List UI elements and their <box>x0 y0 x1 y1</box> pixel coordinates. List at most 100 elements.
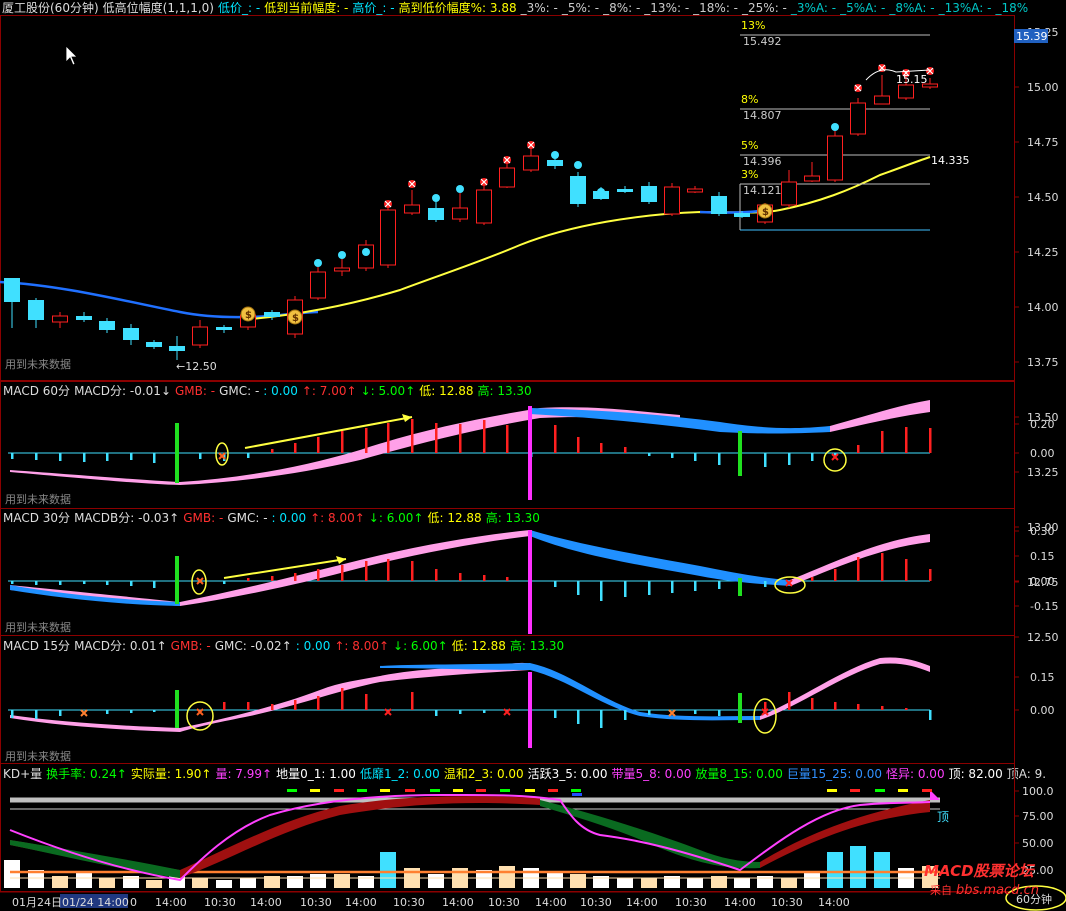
signal-dot-icon <box>362 248 370 256</box>
kd-band-red <box>760 800 930 868</box>
macd-bar <box>506 425 509 453</box>
candle-body-down <box>4 278 20 302</box>
macd-tick-label: -0.15 <box>1030 600 1058 613</box>
macd-bar <box>59 581 62 585</box>
volume-flag <box>405 789 415 792</box>
macd-bar <box>247 578 250 581</box>
candle-body-down <box>146 342 162 347</box>
candle-body-up <box>523 155 539 171</box>
macd-tick-label: 0.00 <box>1030 704 1055 717</box>
macd-bar <box>600 443 603 453</box>
macd-signal-bar <box>528 672 532 748</box>
candle-body-up <box>827 135 843 181</box>
macd60-plot: 0.20 0.00 用到未来数据 <box>5 400 1055 506</box>
price-tick-label: 13.25 <box>1027 466 1059 479</box>
low-price-label: ←12.50 <box>176 360 217 373</box>
macd-bar <box>83 581 86 584</box>
macd-bar <box>624 581 627 597</box>
volume-flag <box>525 789 535 792</box>
macd-bar <box>624 447 627 453</box>
price-tick-label: 14.00 <box>1027 301 1059 314</box>
macd-bar <box>106 581 109 585</box>
trend-arrow-head <box>402 414 412 422</box>
macd-bar <box>365 428 368 453</box>
macd-bar <box>83 453 86 462</box>
volume-bar <box>850 846 866 888</box>
macd-bar <box>387 559 390 581</box>
ma-value-label: 14.335 <box>931 154 970 167</box>
volume-flag <box>310 789 320 792</box>
time-label: 14:00 <box>626 896 658 909</box>
price-annotations: 15.39 用到未来数据 ←12.50 14.335 15.15 <box>5 29 1048 373</box>
macd-bar <box>153 453 156 463</box>
macd-bar <box>11 453 14 459</box>
macd-bar <box>671 581 674 593</box>
time-label: 01/24 14:00 <box>62 896 129 909</box>
macd-bar <box>554 710 557 718</box>
macd-signal-bar <box>738 693 742 723</box>
signal-dot-icon <box>338 251 346 259</box>
macd-bar <box>411 419 414 453</box>
kd-volume-plot: 100.075.0050.0025.00顶 <box>4 785 1054 888</box>
macd-bar <box>811 453 814 461</box>
cross-marker-icon <box>80 709 88 717</box>
macd-bar <box>483 710 486 713</box>
macd-bar <box>577 710 580 724</box>
candle-body-up <box>687 188 703 193</box>
macd-bar <box>387 423 390 453</box>
candle-body-up <box>310 271 326 299</box>
macd-bar <box>459 710 462 714</box>
macd-bar <box>857 557 860 581</box>
macd-bar <box>411 692 414 710</box>
time-label: 10:30 <box>675 896 707 909</box>
macd-bar <box>694 453 697 461</box>
price-tick-label: 14.75 <box>1027 136 1059 149</box>
future-data-note: 用到未来数据 <box>5 620 71 634</box>
volume-bar <box>99 878 115 888</box>
macd-bar <box>341 431 344 453</box>
time-label: 10:30 <box>300 896 332 909</box>
macd-bar <box>199 453 202 459</box>
macd-bar <box>317 696 320 710</box>
macd-band <box>10 662 530 732</box>
macd-bar <box>577 437 580 453</box>
volume-bar <box>804 872 820 888</box>
macd-bar <box>59 453 62 461</box>
watermark-url: bbs.macd.cn <box>956 883 1039 898</box>
volume-flag <box>380 789 390 792</box>
macd-bar <box>341 688 344 710</box>
macd-band <box>10 530 530 606</box>
macd-bar <box>600 710 603 728</box>
macd-bar <box>365 561 368 581</box>
candle-body-down <box>711 196 727 214</box>
trend-arrow-head <box>336 556 346 564</box>
volume-bar <box>76 873 92 888</box>
volume-flag <box>548 789 558 792</box>
volume-bar <box>310 874 326 888</box>
macd15-panel-frame <box>0 635 1015 764</box>
volume-flag <box>500 789 510 792</box>
candle-body-up <box>380 209 396 266</box>
volume-bar <box>216 880 232 888</box>
macd-tick-label: 0.30 <box>1030 525 1055 538</box>
signal-dot-icon <box>831 123 839 131</box>
macd-bar <box>483 420 486 453</box>
time-label: 0 <box>130 896 137 909</box>
chart-canvas[interactable]: 15.2515.0014.7514.5014.2514.0013.7513.50… <box>0 0 1066 911</box>
macd-tick-label: 0.20 <box>1030 418 1055 431</box>
macd-bar <box>834 569 837 581</box>
macd-bar <box>223 702 226 710</box>
time-label: 14:00 <box>818 896 850 909</box>
mouse-cursor-icon <box>65 45 78 66</box>
time-label: 14:00 <box>724 896 756 909</box>
macd-bar <box>435 569 438 581</box>
macd-tick-label: 0.00 <box>1030 575 1055 588</box>
candle-body-up <box>850 102 866 135</box>
candle-body-up <box>452 207 468 220</box>
macd-bar <box>577 581 580 595</box>
macd-bar <box>106 710 109 714</box>
macd-bar <box>106 453 109 461</box>
volume-flag <box>287 789 297 792</box>
macd-signal-bar <box>175 690 179 728</box>
candle-body-down <box>428 208 444 220</box>
